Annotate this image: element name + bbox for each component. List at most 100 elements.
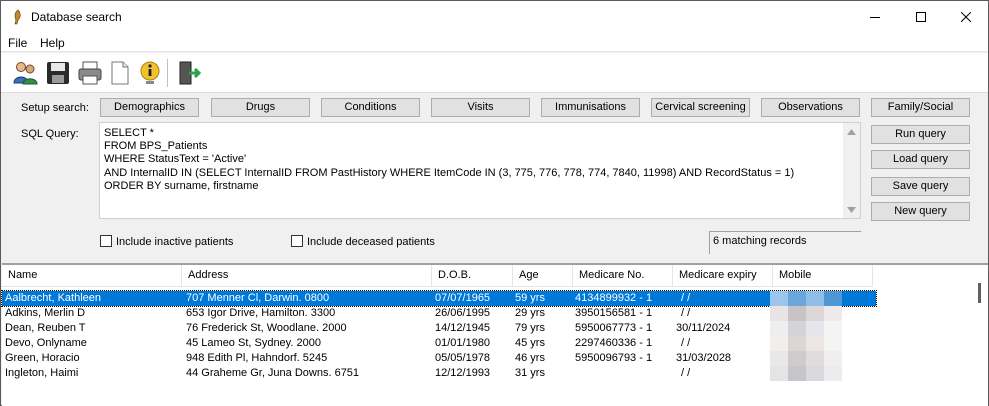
minimize-button[interactable] xyxy=(852,1,898,33)
cell-address: 948 Edith Pl, Hahndorf. 5245 xyxy=(186,352,328,364)
immunisations-button[interactable]: Immunisations xyxy=(541,98,640,117)
cell-name: Aalbrecht, Kathleen xyxy=(5,292,102,304)
cell-age: 31 yrs xyxy=(515,367,545,379)
cell-name: Devo, Onlyname xyxy=(5,337,87,349)
table-row[interactable]: Devo, Onlyname 45 Lameo St, Sydney. 2000… xyxy=(2,336,876,351)
save-icon[interactable] xyxy=(44,59,72,87)
cell-dob: 07/07/1965 xyxy=(435,292,491,304)
column-header-medicare-expiry[interactable]: Medicare expiry xyxy=(673,265,773,287)
new-document-icon[interactable] xyxy=(106,59,134,87)
close-icon xyxy=(961,12,971,22)
include-inactive-label[interactable]: Include inactive patients xyxy=(116,236,233,248)
column-header-name[interactable]: Name xyxy=(2,265,182,287)
drugs-button[interactable]: Drugs xyxy=(211,98,310,117)
toolbar-separator xyxy=(167,59,168,87)
sql-query-label: SQL Query: xyxy=(21,128,79,140)
cell-medicare-no: 4134899932 - 1 xyxy=(575,292,653,304)
info-icon[interactable] xyxy=(136,59,164,87)
column-header-address[interactable]: Address xyxy=(182,265,432,287)
menu-help[interactable]: Help xyxy=(40,36,65,50)
cell-name: Adkins, Merlin D xyxy=(5,307,86,319)
family-social-button[interactable]: Family/Social xyxy=(871,98,970,117)
cell-medicare-no: 3950156581 - 1 xyxy=(575,307,653,319)
matching-records-count: 6 matching records xyxy=(713,235,807,247)
sql-query-textbox[interactable]: SELECT * FROM BPS_Patients WHERE StatusT… xyxy=(99,122,861,219)
menu-file[interactable]: File xyxy=(8,36,27,50)
cell-name: Green, Horacio xyxy=(5,352,80,364)
setup-search-label: Setup search: xyxy=(21,102,89,114)
cell-medicare-expiry: / / xyxy=(681,292,691,304)
observations-button[interactable]: Observations xyxy=(761,98,860,117)
conditions-button[interactable]: Conditions xyxy=(321,98,420,117)
cell-address: 653 Igor Drive, Hamilton. 3300 xyxy=(186,307,336,319)
maximize-icon xyxy=(916,12,926,22)
patient-search-icon[interactable] xyxy=(12,59,40,87)
table-row[interactable]: Dean, Reuben T 76 Frederick St, Woodlane… xyxy=(2,321,876,336)
results-scrollbar[interactable] xyxy=(972,281,989,406)
sql-query-text[interactable]: SELECT * FROM BPS_Patients WHERE StatusT… xyxy=(104,127,794,193)
query-scrollbar[interactable] xyxy=(843,123,860,218)
cell-dob: 14/12/1945 xyxy=(435,322,491,334)
table-row[interactable]: Green, Horacio 948 Edith Pl, Hahndorf. 5… xyxy=(2,351,876,366)
status-panel: 6 matching records xyxy=(709,231,861,254)
cell-dob: 12/12/1993 xyxy=(435,367,491,379)
print-icon[interactable] xyxy=(76,59,104,87)
database-search-window: Database search File Help Setup search: … xyxy=(0,0,989,406)
new-query-button[interactable]: New query xyxy=(871,202,970,221)
scroll-down-icon[interactable] xyxy=(847,207,856,213)
cell-dob: 05/05/1978 xyxy=(435,352,491,364)
cell-age: 46 yrs xyxy=(515,352,545,364)
cell-medicare-expiry: / / xyxy=(681,337,691,349)
redacted-mobile xyxy=(770,291,842,306)
column-header-medicare-no[interactable]: Medicare No. xyxy=(573,265,673,287)
window-title: Database search xyxy=(31,10,122,24)
redacted-mobile xyxy=(770,336,842,351)
cell-name: Ingleton, Haimi xyxy=(5,367,79,379)
cell-medicare-no: 5950067773 - 1 xyxy=(575,322,653,334)
include-deceased-label[interactable]: Include deceased patients xyxy=(307,236,435,248)
cell-medicare-expiry: / / xyxy=(681,367,691,379)
redacted-mobile xyxy=(770,321,842,336)
column-header-age[interactable]: Age xyxy=(513,265,573,287)
save-query-button[interactable]: Save query xyxy=(871,177,970,196)
column-header-dob[interactable]: D.O.B. xyxy=(432,265,513,287)
cell-medicare-no: 2297460336 - 1 xyxy=(575,337,653,349)
cell-name: Dean, Reuben T xyxy=(5,322,86,334)
cell-dob: 01/01/1980 xyxy=(435,337,491,349)
scroll-up-icon[interactable] xyxy=(847,129,856,135)
cell-medicare-expiry: / / xyxy=(681,307,691,319)
redacted-mobile xyxy=(770,306,842,321)
menu-bar: File Help xyxy=(1,33,988,52)
table-row[interactable]: Adkins, Merlin D 653 Igor Drive, Hamilto… xyxy=(2,306,876,321)
scrollbar-thumb[interactable] xyxy=(978,283,981,303)
column-header-mobile[interactable]: Mobile xyxy=(773,265,873,287)
cell-age: 29 yrs xyxy=(515,307,545,319)
cell-medicare-expiry: 31/03/2028 xyxy=(676,352,732,364)
cell-age: 45 yrs xyxy=(515,337,545,349)
load-query-button[interactable]: Load query xyxy=(871,150,970,169)
title-bar[interactable]: Database search xyxy=(1,1,988,33)
results-grid[interactable]: Name Address D.O.B. Age Medicare No. Med… xyxy=(1,263,989,406)
include-deceased-checkbox[interactable] xyxy=(291,235,303,247)
cervical-screening-button[interactable]: Cervical screening xyxy=(651,98,750,117)
run-query-button[interactable]: Run query xyxy=(871,125,970,144)
cell-medicare-no: 5950096793 - 1 xyxy=(575,352,653,364)
maximize-button[interactable] xyxy=(898,1,944,33)
cell-dob: 26/06/1995 xyxy=(435,307,491,319)
redacted-mobile xyxy=(770,366,842,381)
demographics-button[interactable]: Demographics xyxy=(100,98,199,117)
redacted-mobile xyxy=(770,351,842,366)
app-logo-icon xyxy=(14,9,21,25)
exit-icon[interactable] xyxy=(175,59,203,87)
cell-address: 707 Menner Cl, Darwin. 0800 xyxy=(186,292,330,304)
close-button[interactable] xyxy=(943,1,989,33)
cell-address: 44 Graheme Gr, Juna Downs. 6751 xyxy=(186,367,360,379)
include-inactive-checkbox[interactable] xyxy=(100,235,112,247)
toolbar xyxy=(1,53,988,93)
table-row[interactable]: Aalbrecht, Kathleen 707 Menner Cl, Darwi… xyxy=(1,290,877,307)
minimize-icon xyxy=(870,17,880,18)
cell-address: 76 Frederick St, Woodlane. 2000 xyxy=(186,322,347,334)
cell-age: 59 yrs xyxy=(515,292,545,304)
table-row[interactable]: Ingleton, Haimi 44 Graheme Gr, Juna Down… xyxy=(2,366,876,381)
visits-button[interactable]: Visits xyxy=(431,98,530,117)
